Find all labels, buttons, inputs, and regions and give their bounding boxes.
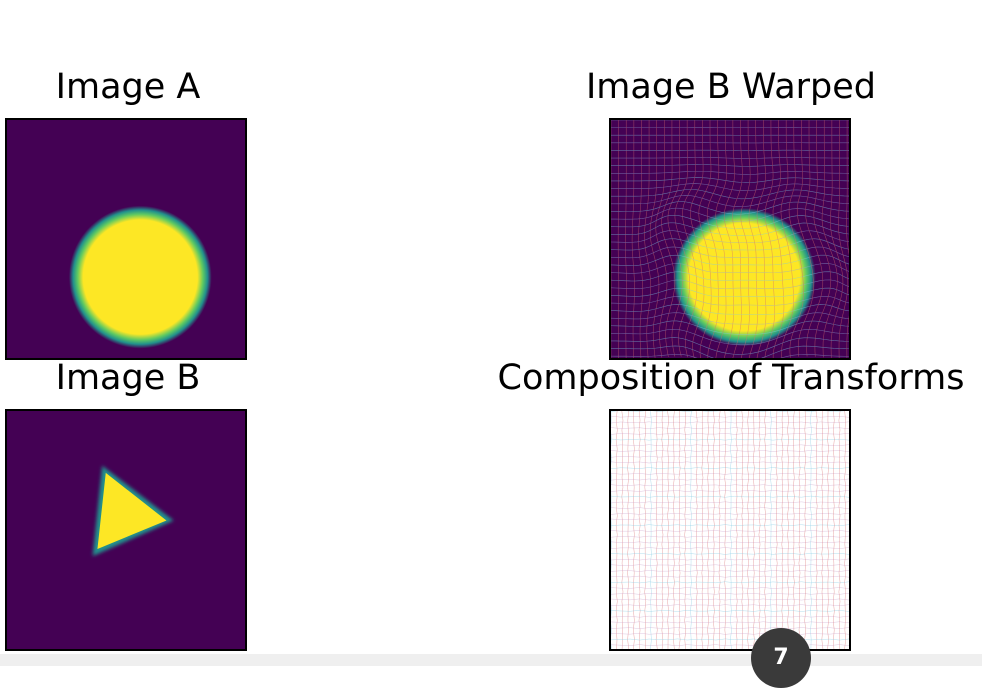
- image-b-plot: [7, 411, 245, 649]
- composition-title: Composition of Transforms: [498, 361, 965, 396]
- image-b-warped-title: Image B Warped: [586, 70, 876, 105]
- image-b-title: Image B: [56, 361, 201, 396]
- page-number-badge[interactable]: 7: [751, 628, 811, 688]
- bottom-bar: [0, 654, 982, 666]
- image-a-plot: [7, 120, 245, 358]
- composition-panel: [609, 409, 851, 651]
- image-b-warped-plot: [611, 120, 849, 358]
- composition-plot: [611, 411, 849, 649]
- image-a-panel: [5, 118, 247, 360]
- image-b-panel: [5, 409, 247, 651]
- image-a-title: Image A: [56, 70, 201, 105]
- image-b-warped-panel: [609, 118, 851, 360]
- composition-background: [611, 411, 849, 649]
- image-a-circle: [69, 206, 212, 349]
